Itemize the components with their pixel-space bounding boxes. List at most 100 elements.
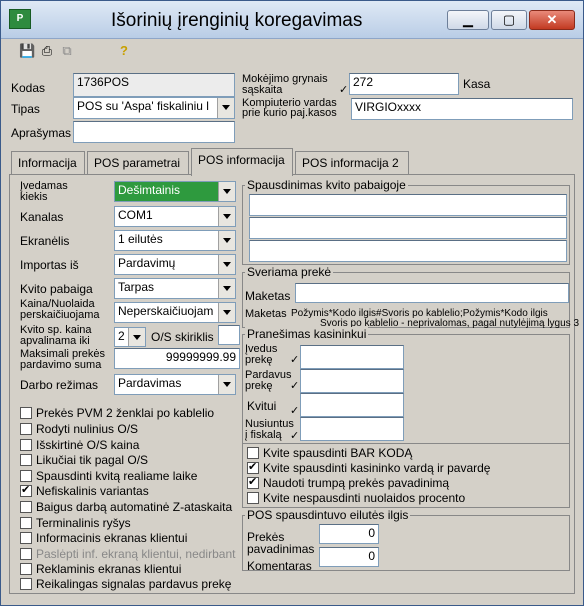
- checkbox-likuciai[interactable]: Likučiai tik pagal O/S: [20, 453, 148, 467]
- maketas-label: Maketas: [245, 289, 291, 303]
- checkbox-informacinis[interactable]: Informacinis ekranas klientui: [20, 531, 187, 545]
- ivedamas-label-2: kiekis: [20, 191, 48, 203]
- nusiuntus-field[interactable]: [300, 417, 404, 441]
- check-icon: ✓: [290, 430, 300, 442]
- importas-label: Importas iš: [20, 258, 79, 272]
- kodas-label: Kodas: [11, 81, 46, 95]
- checkbox-box: [20, 470, 32, 482]
- ekranelis-label: Ekranėlis: [20, 234, 70, 248]
- checkbox-z-ataskaita[interactable]: Baigus darbą automatinė Z-ataskaita: [20, 500, 232, 514]
- checkbox-isskirtine[interactable]: Išskirtinė O/S kaina: [20, 438, 139, 452]
- close-button[interactable]: ✕: [529, 10, 575, 30]
- copy-icon[interactable]: ⧉: [59, 43, 75, 59]
- print-icon[interactable]: ⎙: [39, 43, 55, 59]
- checkbox-trumpa[interactable]: Naudoti trumpą prekės pavadinimą: [247, 475, 450, 490]
- app-icon: P: [9, 9, 31, 29]
- sveriama-group: Sveriama prekė Maketas Maketas Požymis*K…: [242, 265, 579, 329]
- kaina-label-2: perskaičiuojama: [20, 309, 100, 321]
- checkbox-signalas[interactable]: Reikalingas signalas pardavus prekę: [20, 577, 242, 591]
- chevron-down-icon: [128, 328, 145, 346]
- kvito-sp-value: 2: [118, 329, 125, 343]
- checkbox-box: [247, 492, 259, 504]
- checkbox-pvm[interactable]: Prekės PVM 2 ženklai po kablelio: [20, 406, 214, 420]
- os-field[interactable]: [218, 325, 240, 345]
- pos-spausdintuvo-title: POS spausdintuvo eilutės ilgis: [245, 508, 411, 522]
- kvitui-field[interactable]: [300, 393, 404, 417]
- tab-pos-informacija-2[interactable]: POS informacija 2: [295, 151, 409, 175]
- kanalas-select[interactable]: COM1: [114, 206, 236, 227]
- title-bar[interactable]: P Išorinių įrenginių koregavimas ▁ ▢ ✕: [1, 1, 583, 39]
- darbo-label: Darbo režimas: [20, 378, 99, 392]
- checkbox-bar-kodas[interactable]: Kvite spausdinti BAR KODĄ: [247, 446, 412, 460]
- chevron-down-icon: [218, 182, 235, 201]
- aprasymas-field[interactable]: [73, 121, 235, 143]
- help-icon[interactable]: ?: [116, 43, 132, 59]
- komentaras-field[interactable]: 0: [319, 547, 379, 567]
- tab-pos-informacija[interactable]: POS informacija: [191, 148, 293, 176]
- checkbox-pasleptu[interactable]: Paslėpti inf. ekraną klientui, nedirbant: [20, 547, 242, 561]
- checkbox-box: [20, 454, 32, 466]
- checkbox-box: [20, 532, 32, 544]
- check-icon: ✓: [339, 84, 349, 96]
- importas-select[interactable]: Pardavimų: [114, 254, 236, 275]
- komp-field[interactable]: VIRGIOxxxx: [351, 98, 573, 120]
- ekranelis-select[interactable]: 1 eilutės: [114, 230, 236, 251]
- check-icon: ✓: [290, 354, 300, 366]
- checkbox-label: Naudoti trumpą prekės pavadinimą: [263, 476, 450, 490]
- checkbox-box: [247, 447, 259, 459]
- minimize-button[interactable]: ▁: [447, 10, 489, 30]
- checkbox-kasininko[interactable]: Kvite spausdinti kasininko vardą ir pava…: [247, 460, 491, 475]
- kanalas-label: Kanalas: [20, 210, 64, 224]
- checkbox-box: [20, 483, 32, 497]
- mokejimo-field[interactable]: 272: [349, 73, 459, 95]
- prekes-field[interactable]: 0: [319, 524, 379, 544]
- checkbox-box: [20, 423, 32, 435]
- checkbox-label: Prekės PVM 2 ženklai po kablelio: [36, 406, 215, 420]
- checkbox-box: [247, 475, 259, 489]
- maketas-field[interactable]: [295, 283, 569, 303]
- tab-informacija[interactable]: Informacija: [11, 151, 85, 175]
- checkbox-label: Nefiskalinis variantas: [36, 484, 149, 498]
- checkbox-nulinius[interactable]: Rodyti nulinius O/S: [20, 422, 138, 436]
- check-icon: ✓: [290, 405, 300, 417]
- darbo-select[interactable]: Pardavimas: [114, 374, 236, 395]
- maketas2-label: Maketas: [245, 308, 287, 320]
- kvito-sp-label-2: apvalinama iki: [20, 335, 90, 347]
- importas-value: Pardavimų: [118, 256, 176, 270]
- kodas-field[interactable]: 1736POS: [73, 73, 235, 97]
- pardavus-field[interactable]: [300, 369, 404, 393]
- checkbox-reklaminis[interactable]: Reklaminis ekranas klientui: [20, 562, 181, 576]
- ivedus-field[interactable]: [300, 345, 404, 369]
- check-icon: ✓: [290, 380, 300, 392]
- spausdinimas-line-3[interactable]: [249, 240, 567, 262]
- ekranelis-value: 1 eilutės: [118, 232, 163, 246]
- checkbox-label: Kvite nespausdinti nuolaidos procento: [263, 491, 466, 505]
- spausdinimas-line-1[interactable]: [249, 194, 567, 216]
- checkbox-label: Baigus darbą automatinė Z-ataskaita: [36, 500, 233, 514]
- checkbox-label: Kvite spausdinti kasininko vardą ir pava…: [263, 461, 491, 475]
- aprasymas-label: Aprašymas: [11, 126, 72, 140]
- mokejimo-suffix: Kasa: [463, 77, 491, 91]
- spausdinimas-title: Spausdinimas kvito pabaigoje: [245, 178, 408, 192]
- maks-label-2: pardavimo suma: [20, 359, 102, 371]
- kvito-pabaiga-select[interactable]: Tarpas: [114, 278, 236, 299]
- maximize-button[interactable]: ▢: [491, 10, 527, 30]
- mokejimo-label-2: sąskaita: [242, 84, 283, 96]
- kvito-pabaiga-label: Kvito pabaiga: [20, 282, 93, 296]
- checkbox-terminalinis[interactable]: Terminalinis ryšys: [20, 516, 131, 530]
- checkbox-box: [20, 548, 32, 560]
- checkbox-label: Informacinis ekranas klientui: [36, 531, 188, 545]
- komentaras-label: Komentaras: [247, 559, 312, 573]
- maks-field[interactable]: 99999999.99: [114, 348, 240, 369]
- checkbox-nefiskalinis[interactable]: Nefiskalinis variantas: [20, 483, 149, 498]
- tab-pos-parametrai[interactable]: POS parametrai: [87, 151, 189, 175]
- checkbox-nuolaidos[interactable]: Kvite nespausdinti nuolaidos procento: [247, 491, 465, 505]
- kaina-select[interactable]: Neperskaičiuojam: [114, 302, 236, 323]
- save-icon[interactable]: 💾: [19, 43, 35, 59]
- ivedamas-select[interactable]: Dešimtainis: [114, 181, 236, 202]
- checkbox-realiame[interactable]: Spausdinti kvitą realiame laike: [20, 469, 197, 483]
- spausdinimas-line-2[interactable]: [249, 217, 567, 239]
- tipas-label: Tipas: [11, 102, 40, 116]
- kvito-sp-select[interactable]: 2: [114, 327, 146, 347]
- tipas-select[interactable]: POS su 'Aspa' fiskaliniu l: [73, 97, 235, 119]
